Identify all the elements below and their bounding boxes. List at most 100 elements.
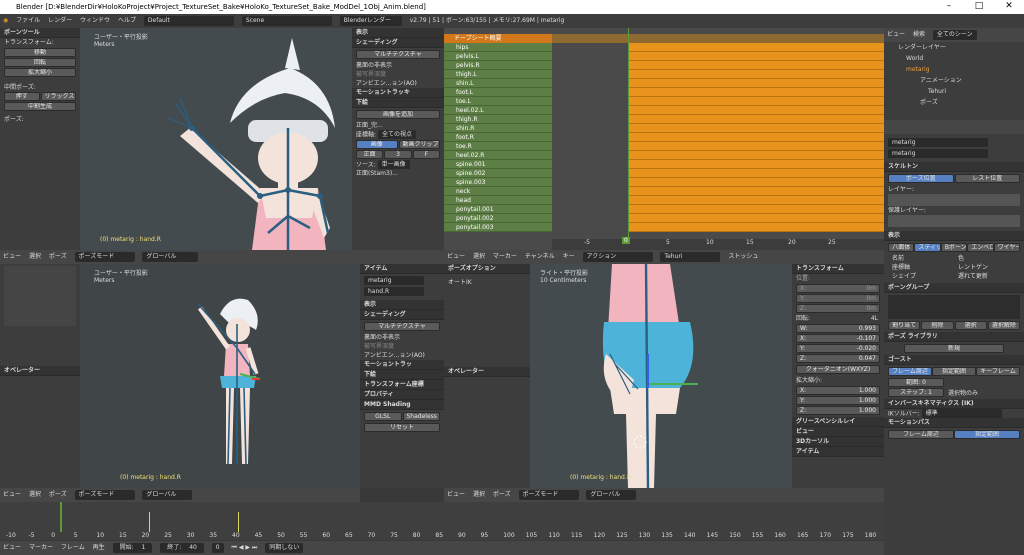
dopesheet-channel[interactable]: ponytail.001 [444, 205, 552, 214]
assign-button[interactable]: 割り当て [888, 321, 921, 330]
character-model-small[interactable] [80, 264, 360, 488]
view-menu[interactable]: ビュー [3, 250, 21, 264]
channel-keyframes[interactable] [628, 133, 884, 142]
channel-keyframes[interactable] [628, 196, 884, 205]
pos-f[interactable]: F [412, 150, 440, 159]
bone-name-field[interactable]: hand.R [364, 287, 424, 296]
channel-keyframes[interactable] [628, 142, 884, 151]
envelope-button[interactable]: エンベロープ [967, 243, 994, 252]
menu-render[interactable]: レンダー [48, 14, 72, 28]
channel-keyframes[interactable] [628, 88, 884, 97]
pos-3[interactable]: 3 [384, 150, 412, 159]
bone-group-header[interactable]: ボーングループ [884, 283, 1024, 293]
timeline[interactable]: -10 -5 0 5 10 15 20 25 30 35 40 45 50 55 60 65 70 75 80 85 9… [0, 502, 884, 540]
rot-y-field[interactable]: Y: -0.020 [796, 344, 880, 353]
layer-grid[interactable] [888, 194, 1020, 206]
action-select[interactable]: Tehuri [660, 251, 721, 262]
new-button[interactable]: 新規 [904, 344, 1004, 353]
dopesheet-channel[interactable]: head [444, 196, 552, 205]
shading-header[interactable]: シェーディング [352, 38, 444, 48]
dopesheet-channel[interactable]: neck [444, 187, 552, 196]
scene-select[interactable]: Scene [241, 15, 332, 26]
grease-pencil-header[interactable]: グリースペンシルレイ [792, 417, 884, 427]
orientation-select[interactable]: グローバル [142, 251, 199, 262]
axis-select[interactable]: 全ての視点 [377, 130, 416, 139]
channel-keyframes[interactable] [628, 160, 884, 169]
ik-solver-select[interactable]: 標準 [921, 409, 1002, 418]
channel-keyframes[interactable] [628, 178, 884, 187]
lock-mode[interactable]: 4L [871, 314, 878, 323]
dopesheet-channel[interactable]: toe.R [444, 142, 552, 151]
action-select-menu[interactable]: 選択 [473, 250, 485, 264]
pose-menu[interactable]: ポーズ [49, 250, 67, 264]
rotate-button[interactable]: 回転 [4, 58, 76, 67]
view-menu-3[interactable]: ビュー [447, 488, 465, 502]
viewport-top[interactable]: ユーザー・平行投影 Meters (0) metarig : hand.R [80, 28, 352, 250]
tree-pose[interactable]: ポーズ [884, 97, 1024, 108]
loc-x-field[interactable]: X: 0m [796, 284, 880, 293]
image-file[interactable]: 正面(Stam3)... [352, 169, 444, 178]
tl-view-menu[interactable]: ビュー [3, 541, 21, 555]
bbone-button[interactable]: Bボーン [940, 243, 968, 252]
screen-select[interactable]: Default [143, 15, 234, 26]
channel-keyframes[interactable] [628, 70, 884, 79]
shape-check[interactable]: シェイプ [888, 272, 954, 281]
dopesheet-channel[interactable]: foot.R [444, 133, 552, 142]
orientation-select-2[interactable]: グローバル [142, 489, 193, 500]
current-frame-field[interactable]: 0 [211, 542, 224, 553]
outliner-view-menu[interactable]: ビュー [887, 28, 905, 42]
dopesheet-channel[interactable]: spine.001 [444, 160, 552, 169]
select-menu[interactable]: 選択 [29, 250, 41, 264]
dopesheet-channel[interactable]: hips [444, 43, 552, 52]
mp-range-button[interactable]: 指定範囲 [954, 430, 1020, 439]
mode-select-3[interactable]: ポーズモード [518, 489, 579, 500]
bg-header-mid[interactable]: 下絵 [360, 370, 444, 380]
pose-options-header[interactable]: ポーズオプション [444, 264, 530, 274]
axes-check[interactable]: 座標軸 [888, 263, 954, 272]
outliner-scene-select[interactable]: 全てのシーン [932, 29, 977, 40]
channel-keyframes[interactable] [628, 43, 884, 52]
channel-keyframes[interactable] [628, 61, 884, 70]
mp-around-button[interactable]: フレーム周辺 [888, 430, 954, 439]
ik-header[interactable]: インバースキネマティクス (IK) [884, 399, 1024, 409]
dopesheet-channel[interactable]: shin.R [444, 124, 552, 133]
action-key-menu[interactable]: キー [563, 250, 575, 264]
close-button[interactable]: ✕ [994, 0, 1024, 14]
pose-menu-3[interactable]: ポーズ [493, 488, 511, 502]
wire-button[interactable]: ワイヤー [993, 243, 1021, 252]
mode-select-2[interactable]: ポーズモード [74, 489, 135, 500]
action-marker-menu[interactable]: マーカー [493, 250, 517, 264]
blender-icon[interactable]: ◉ [3, 14, 8, 28]
shadeless-button[interactable]: Shadeless [402, 412, 440, 421]
play-controls[interactable]: ⏮ ◀ ▶ ⏭ [232, 541, 258, 555]
reset-button[interactable]: リセット [364, 423, 440, 432]
background-header[interactable]: 下絵 [352, 98, 444, 108]
ghost-step-field[interactable]: ステップ: 1 [888, 388, 944, 397]
bone-group-list[interactable] [888, 295, 1020, 319]
octahedral-button[interactable]: 八面体 [888, 243, 915, 252]
channel-keyframes[interactable] [628, 169, 884, 178]
start-frame-field[interactable]: 開始: 1 [112, 542, 153, 553]
bg-item[interactable]: 正面_完... [352, 121, 444, 130]
transform-orient-header[interactable]: トランスフォーム座標 [360, 380, 444, 390]
object-name-field[interactable]: metarig [364, 276, 424, 285]
tl-frame-menu[interactable]: フレーム [61, 541, 85, 555]
stash-button[interactable]: ストッシュ [728, 250, 758, 264]
channel-keyframes[interactable] [628, 187, 884, 196]
motion-tracking-header[interactable]: モーショントラッキ [352, 88, 444, 98]
shading-select-mid[interactable]: マルチテクスチャ [364, 322, 440, 331]
clip-tab[interactable]: 動画クリップ [398, 140, 440, 149]
outliner-search-menu[interactable]: 検索 [913, 28, 925, 42]
push-button[interactable]: 押す [4, 92, 40, 101]
dopesheet-channel[interactable]: toe.L [444, 97, 552, 106]
armature-data-field[interactable]: metarig [888, 149, 988, 158]
skeleton-header[interactable]: スケルトン [884, 162, 1024, 172]
minimize-button[interactable]: – [934, 0, 964, 14]
select-button[interactable]: 選択 [954, 321, 987, 330]
dopesheet-summary[interactable]: ドープシート概要 [444, 34, 552, 43]
transform-header-right[interactable]: トランスフォーム [792, 264, 884, 274]
selected-only-check[interactable]: 選択物のみ [948, 388, 978, 397]
dopesheet-editor[interactable]: ドープシート概要 hips pelvis.L pelvis.R thigh.L shin… [444, 28, 884, 250]
dopesheet-channel[interactable]: foot.L [444, 88, 552, 97]
channel-keyframes[interactable] [628, 205, 884, 214]
